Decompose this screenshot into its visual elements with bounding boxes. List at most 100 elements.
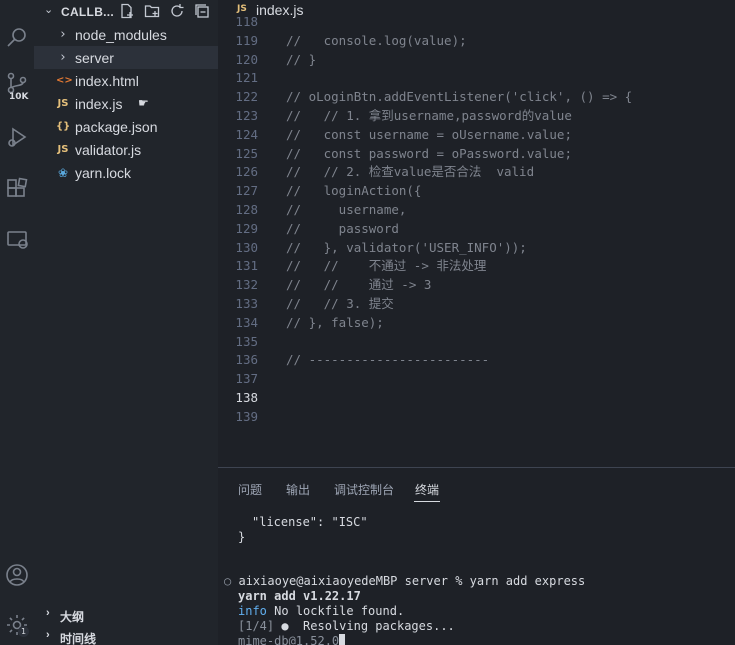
code-editor[interactable]: 118 119// console.log(value); 120// } 121 12…	[218, 14, 735, 467]
code-text: // // 2. 检查value是否合法 valid	[286, 164, 535, 180]
activity-bar: 10K 1	[0, 0, 34, 645]
line-number: 139	[235, 408, 258, 424]
tab-output[interactable]: 输出	[286, 481, 310, 498]
line-number: 135	[235, 333, 258, 349]
code-text: // }	[286, 51, 317, 67]
line-number: 119	[235, 32, 258, 48]
code-line[interactable]: 123 // // 1. 拿到username,password的value	[218, 106, 735, 125]
settings-gear-icon[interactable]	[0, 608, 34, 642]
code-line[interactable]: 125 // const password = oPassword.value;	[218, 144, 735, 163]
code-line[interactable]: 128 // username,	[218, 200, 735, 219]
folder-title[interactable]: CALLB...	[61, 5, 114, 19]
code-line[interactable]: 135	[218, 332, 735, 351]
code-line[interactable]: 126 // // 2. 检查value是否合法 valid	[218, 162, 735, 181]
code-text: // oLoginBtn.addEventListener('click', (…	[286, 89, 633, 105]
line-number: 118	[235, 14, 258, 29]
line-number: 123	[235, 108, 258, 123]
file-tree-item-validator-js[interactable]: JS validator.js	[34, 138, 218, 161]
terminal-line: [1/4] ● Resolving packages...	[238, 619, 455, 634]
yarn-file-icon: ❀	[57, 165, 69, 180]
prompt-marker-icon: ○	[224, 574, 232, 588]
info-text: No lockfile found.	[274, 604, 405, 618]
bottom-panel: 问题 输出 调试控制台 终端 "license": "ISC" } ○ aixi…	[218, 467, 735, 645]
line-number: 125	[235, 145, 258, 161]
code-text: // loginAction({	[286, 183, 422, 199]
code-text: // username,	[286, 202, 407, 217]
collapse-all-icon[interactable]	[194, 3, 212, 21]
code-line[interactable]: 131 // // 不通过 -> 非法处理	[218, 256, 735, 275]
code-line[interactable]: 133 // // 3. 提交	[218, 294, 735, 313]
line-number: 137	[235, 371, 258, 387]
js-file-icon: JS	[57, 98, 69, 109]
file-tree-item-node-modules[interactable]: › node_modules	[34, 23, 218, 46]
step-label: [1/4]	[238, 619, 275, 633]
code-line[interactable]: 118	[218, 12, 735, 31]
terminal-line: "license": "ISC"	[252, 515, 368, 529]
code-line[interactable]: 138	[218, 388, 735, 407]
tab-terminal[interactable]: 终端	[415, 481, 439, 498]
info-label: info	[238, 604, 267, 618]
code-line[interactable]: 121	[218, 68, 735, 87]
code-text: // ------------------------	[286, 352, 490, 368]
chevron-right-icon: ›	[60, 50, 66, 65]
active-tab-indicator	[414, 501, 440, 502]
step-text: Resolving packages...	[303, 619, 455, 633]
line-number: 122	[235, 89, 258, 105]
terminal-prompt: aixiaoye@aixiaoyedeMBP server % yarn add…	[238, 574, 586, 588]
file-tree-item-yarn-lock[interactable]: ❀ yarn.lock	[34, 161, 218, 184]
new-folder-icon[interactable]	[144, 3, 162, 21]
line-number: 129	[235, 220, 258, 236]
code-text: // // 不通过 -> 非法处理	[286, 258, 487, 274]
file-tree-item-server[interactable]: › server	[34, 46, 218, 69]
terminal-line: }	[238, 530, 246, 544]
json-file-icon: {}	[56, 121, 71, 132]
code-text: // }, validator('USER_INFO'));	[286, 239, 527, 255]
file-tree-item-package-json[interactable]: {} package.json	[34, 115, 218, 138]
code-line[interactable]: 119 // console.log(value);	[218, 31, 735, 50]
code-line[interactable]: 120 // }	[218, 50, 735, 69]
timeline-section[interactable]: › 时间线	[34, 626, 218, 645]
file-tree-item-index-js[interactable]: JS index.js ☛	[34, 92, 218, 115]
extensions-icon[interactable]	[0, 172, 34, 206]
outline-section[interactable]: › 大纲	[34, 604, 218, 626]
html-file-icon: <>	[56, 75, 73, 86]
code-text: // console.log(value);	[286, 32, 467, 48]
code-line[interactable]: 122 // oLoginBtn.addEventListener('click'…	[218, 87, 735, 106]
line-number: 124	[235, 126, 258, 142]
code-line[interactable]: 127 // loginAction({	[218, 181, 735, 200]
code-text: // const password = oPassword.value;	[286, 145, 572, 161]
code-line[interactable]: 130 // }, validator('USER_INFO'));	[218, 238, 735, 257]
settings-badge: 1	[18, 626, 29, 637]
code-text: // const username = oUsername.value;	[286, 126, 572, 142]
line-number: 128	[235, 202, 258, 217]
search-icon[interactable]	[0, 20, 34, 54]
code-line[interactable]: 136 // ------------------------	[218, 350, 735, 369]
terminal-line: mime-db@1.52.0	[238, 634, 346, 645]
code-line[interactable]: 132 // // 通过 -> 3	[218, 275, 735, 294]
chevron-down-icon[interactable]: ⌄	[44, 3, 53, 16]
remote-explorer-icon[interactable]	[0, 222, 34, 256]
tab-debug-console[interactable]: 调试控制台	[334, 481, 394, 498]
chevron-right-icon: ›	[46, 629, 50, 641]
package-progress: mime-db@1.52.0	[238, 634, 340, 645]
file-tree-item-index-html[interactable]: <> index.html	[34, 69, 218, 92]
code-line[interactable]: 134 // }, false);	[218, 313, 735, 332]
code-line[interactable]: 129 // password	[218, 219, 735, 238]
explorer-sidebar: ⌄ CALLB... › node_modules › server <> in…	[34, 0, 218, 645]
run-debug-icon[interactable]	[0, 120, 34, 154]
account-icon[interactable]	[0, 558, 34, 592]
terminal-cursor	[339, 634, 346, 645]
code-line[interactable]: 124 // const username = oUsername.value;	[218, 125, 735, 144]
refresh-icon[interactable]	[169, 3, 187, 21]
line-number: 136	[235, 352, 258, 368]
explorer-header: ⌄ CALLB...	[34, 0, 218, 24]
tab-problems[interactable]: 问题	[238, 481, 262, 498]
line-number: 138	[235, 390, 258, 405]
chevron-right-icon: ›	[46, 607, 50, 619]
new-file-icon[interactable]	[119, 3, 137, 21]
code-line[interactable]: 137	[218, 369, 735, 388]
js-file-icon: JS	[57, 144, 69, 155]
code-line[interactable]: 139	[218, 407, 735, 426]
source-control-badge: 10K	[9, 92, 29, 102]
mouse-pointer-icon: ☛	[138, 96, 149, 110]
